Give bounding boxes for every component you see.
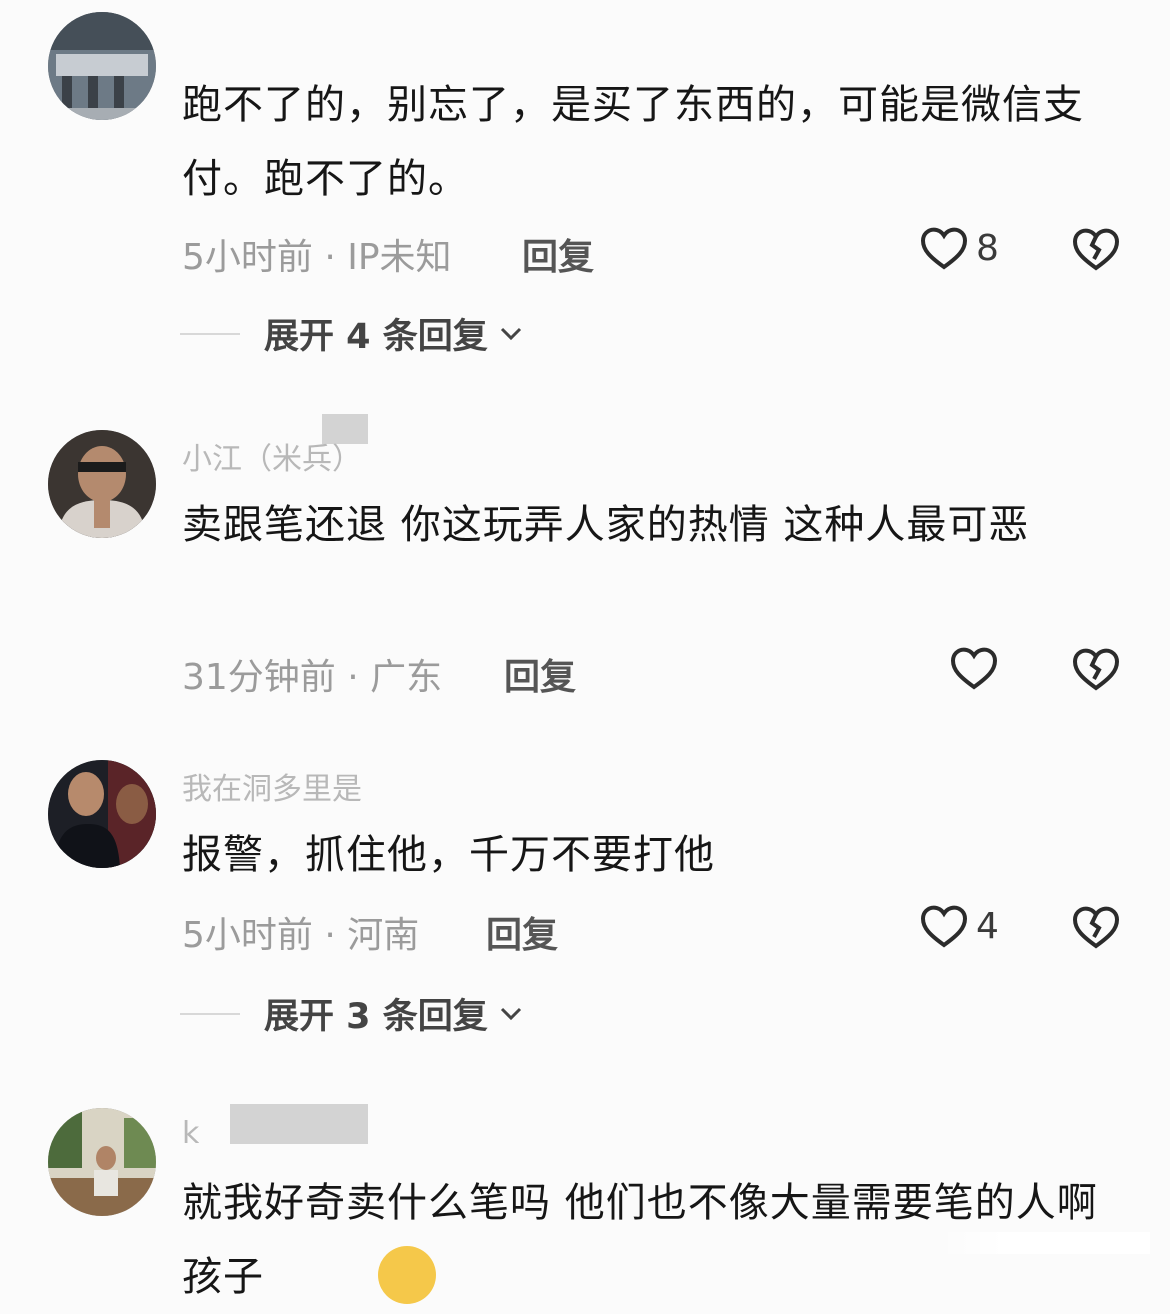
like-button[interactable]: 8 bbox=[920, 226, 999, 270]
expand-label: 展开 4 条回复 bbox=[264, 317, 488, 357]
heart-outline-icon bbox=[950, 647, 998, 690]
avatar[interactable] bbox=[48, 760, 156, 868]
heart-outline-icon bbox=[920, 227, 968, 270]
username[interactable]: k bbox=[182, 1114, 199, 1148]
broken-heart-icon[interactable] bbox=[1072, 904, 1120, 950]
avatar[interactable] bbox=[48, 1108, 156, 1216]
like-button[interactable] bbox=[950, 646, 1006, 690]
reply-button[interactable]: 回复 bbox=[522, 228, 594, 280]
username-blur bbox=[230, 1104, 368, 1144]
comment-meta: 31分钟前 · 广东 bbox=[182, 657, 443, 698]
divider bbox=[180, 1012, 240, 1015]
like-button[interactable]: 4 bbox=[920, 904, 999, 948]
expand-replies-button[interactable]: 展开 3 条回复 bbox=[180, 988, 524, 1039]
divider bbox=[180, 332, 240, 335]
heart-outline-icon bbox=[920, 905, 968, 948]
expand-label: 展开 3 条回复 bbox=[264, 997, 488, 1037]
watermark bbox=[940, 1232, 1150, 1254]
username[interactable]: 小江（米兵） bbox=[182, 440, 362, 474]
broken-heart-icon[interactable] bbox=[1072, 226, 1120, 272]
username[interactable]: 我在洞多里是 bbox=[182, 770, 522, 804]
chevron-down-icon bbox=[500, 1007, 521, 1020]
comment-text: 跑不了的，别忘了，是买了东西的，可能是微信支付。跑不了的。 bbox=[182, 82, 1084, 202]
comment-text: 报警，抓住他，千万不要打他 bbox=[182, 832, 715, 878]
grinning-face-emoji bbox=[378, 1246, 436, 1304]
broken-heart-icon[interactable] bbox=[1072, 646, 1120, 692]
comment-meta: 5小时前 · IP未知 bbox=[182, 237, 452, 278]
like-count: 8 bbox=[976, 227, 999, 269]
avatar[interactable] bbox=[48, 12, 156, 120]
reply-button[interactable]: 回复 bbox=[504, 648, 576, 700]
avatar[interactable] bbox=[48, 430, 156, 538]
username-blur bbox=[322, 414, 368, 444]
comment-meta: 5小时前 · 河南 bbox=[182, 915, 420, 956]
like-count: 4 bbox=[976, 905, 999, 947]
comment-text: 卖跟笔还退 你这玩弄人家的热情 这种人最可恶 bbox=[182, 502, 1030, 548]
chevron-down-icon bbox=[500, 327, 521, 340]
reply-button[interactable]: 回复 bbox=[486, 906, 558, 958]
expand-replies-button[interactable]: 展开 4 条回复 bbox=[180, 308, 524, 359]
